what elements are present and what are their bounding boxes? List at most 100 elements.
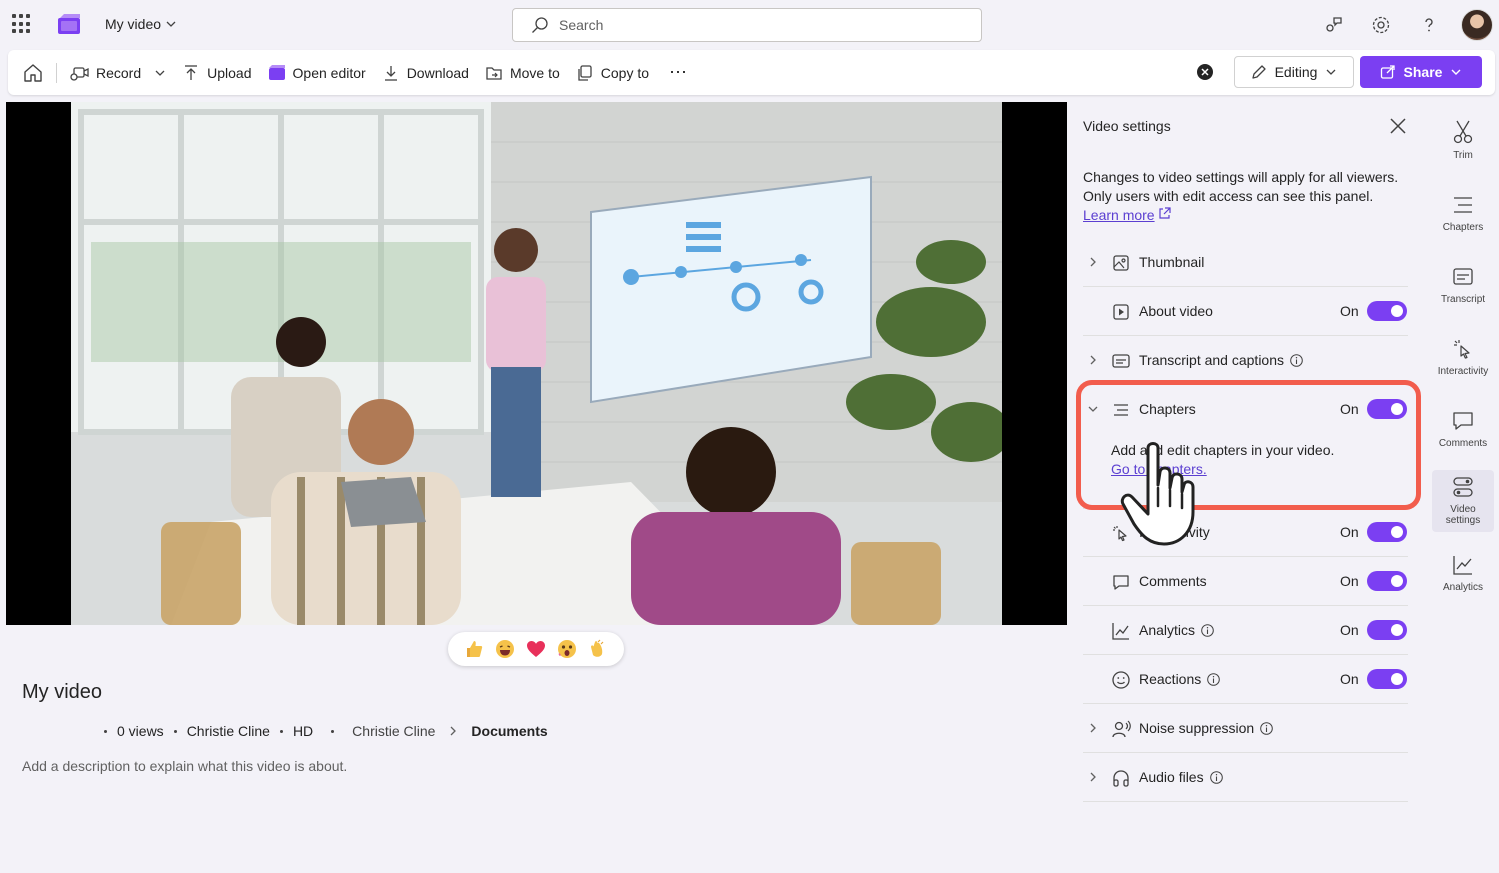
rail-label: Chapters <box>1442 222 1484 233</box>
download-button[interactable]: Download <box>374 50 477 95</box>
video-player[interactable] <box>6 102 1067 625</box>
separator-dot <box>331 729 335 733</box>
rail-video-settings[interactable]: Video settings <box>1432 470 1494 532</box>
quality-badge: HD <box>292 723 314 739</box>
more-button[interactable]: ⋯ <box>657 50 699 95</box>
toggle-state: On <box>1340 573 1359 589</box>
avatar[interactable] <box>1461 9 1493 41</box>
setting-row-transcript[interactable]: Transcript and captions <box>1083 336 1408 385</box>
search-box[interactable] <box>512 8 982 42</box>
info-icon[interactable] <box>1201 623 1214 637</box>
setting-label: Chapters <box>1139 401 1196 417</box>
video-title: My video <box>22 681 103 703</box>
info-icon[interactable] <box>1207 672 1221 686</box>
video-frame-image <box>71 102 1002 625</box>
analytics-toggle[interactable] <box>1367 620 1407 640</box>
setting-row-about-video: About video On <box>1083 287 1408 336</box>
setting-row-audio-files[interactable]: Audio files <box>1083 753 1408 802</box>
rail-trim[interactable]: Trim <box>1432 110 1494 170</box>
app-launcher-icon[interactable] <box>12 14 32 34</box>
clipchamp-icon <box>268 64 285 80</box>
separator-dot <box>279 729 283 733</box>
rail-transcript[interactable]: Transcript <box>1432 256 1494 316</box>
info-icon[interactable] <box>1209 770 1223 784</box>
interactivity-toggle[interactable] <box>1367 522 1407 542</box>
home-icon <box>24 63 42 82</box>
surprised-face-icon[interactable] <box>557 639 577 659</box>
setting-row-thumbnail[interactable]: Thumbnail <box>1083 238 1408 287</box>
info-icon[interactable] <box>1260 721 1273 735</box>
people-feedback-icon <box>1326 17 1342 32</box>
play-box-icon <box>1113 304 1129 320</box>
comments-toggle[interactable] <box>1367 571 1407 591</box>
about-video-toggle[interactable] <box>1367 301 1407 321</box>
setting-row-comments: Comments On <box>1083 557 1408 606</box>
setting-row-analytics: Analytics On <box>1083 606 1408 655</box>
panel-description-text: Changes to video settings will apply for… <box>1083 169 1399 204</box>
setting-label-text: Audio files <box>1139 769 1204 785</box>
info-icon[interactable] <box>1290 353 1303 367</box>
chevron-right-icon <box>1090 257 1096 267</box>
chevron-down-icon <box>166 21 176 27</box>
separator-dot <box>104 729 107 733</box>
command-bar: Record Upload Open editor Download Move … <box>8 50 1495 95</box>
upload-icon <box>185 64 198 80</box>
transcript-icon <box>1453 268 1473 285</box>
open-editor-label: Open editor <box>292 64 366 81</box>
close-icon[interactable] <box>1389 117 1407 135</box>
app-title-menu[interactable]: My video <box>105 16 177 32</box>
breadcrumb-folder[interactable]: Documents <box>471 723 547 739</box>
setting-label: Thumbnail <box>1139 254 1205 270</box>
person-voice-icon <box>1112 720 1131 738</box>
chapters-toggle[interactable] <box>1367 399 1407 419</box>
open-editor-button[interactable]: Open editor <box>260 50 374 95</box>
description-field[interactable]: Add a description to explain what this v… <box>22 758 347 774</box>
owner-name[interactable]: Christie Cline <box>187 723 270 739</box>
gear-icon <box>1372 16 1390 34</box>
download-label: Download <box>406 64 469 81</box>
settings-sliders-icon <box>1453 477 1473 497</box>
record-video-icon <box>70 66 89 81</box>
captions-icon <box>1112 354 1130 368</box>
rail-chapters[interactable]: Chapters <box>1432 184 1494 244</box>
search-input[interactable] <box>559 17 959 33</box>
share-label: Share <box>1403 64 1443 80</box>
copy-icon <box>578 64 592 81</box>
editing-mode-button[interactable]: Editing <box>1234 56 1354 88</box>
help-button[interactable] <box>1405 1 1453 49</box>
reactions-toggle[interactable] <box>1367 669 1407 689</box>
copy-to-button[interactable]: Copy to <box>568 50 657 95</box>
learn-more-link[interactable]: Learn more <box>1083 207 1155 223</box>
record-button[interactable]: Record <box>61 50 174 95</box>
setting-row-noise-suppression[interactable]: Noise suppression <box>1083 704 1408 753</box>
thumbs-up-icon[interactable] <box>464 639 484 659</box>
setting-label-text: Reactions <box>1139 671 1202 687</box>
toggle-state: On <box>1340 303 1359 319</box>
open-external-icon <box>1159 207 1172 219</box>
clapping-hands-icon[interactable] <box>588 639 608 659</box>
move-to-button[interactable]: Move to <box>477 50 568 95</box>
list-lines-icon <box>1114 404 1128 416</box>
laughing-face-icon[interactable] <box>495 639 515 659</box>
separator-dot <box>173 729 177 733</box>
close-circle-icon[interactable] <box>1196 63 1214 81</box>
headphones-icon <box>1113 770 1129 787</box>
chevron-down-icon <box>1326 69 1336 75</box>
rail-comments[interactable]: Comments <box>1432 400 1494 460</box>
toggle-state: On <box>1340 622 1359 638</box>
settings-button[interactable] <box>1357 1 1405 49</box>
heart-icon[interactable] <box>526 639 546 659</box>
share-button[interactable]: Share <box>1360 56 1482 88</box>
upload-button[interactable]: Upload <box>174 50 259 95</box>
rail-analytics[interactable]: Analytics <box>1432 544 1494 604</box>
rail-interactivity[interactable]: Interactivity <box>1432 328 1494 388</box>
chevron-right-icon <box>1090 772 1096 782</box>
chevron-down-icon <box>1088 406 1098 412</box>
app-title: My video <box>105 16 162 32</box>
home-button[interactable] <box>8 50 52 95</box>
comment-icon <box>1113 575 1129 590</box>
setting-label-text: Transcript and captions <box>1139 352 1284 368</box>
feedback-button[interactable] <box>1309 1 1357 49</box>
breadcrumb-owner[interactable]: Christie Cline <box>352 723 435 739</box>
folder-move-icon <box>486 66 502 80</box>
